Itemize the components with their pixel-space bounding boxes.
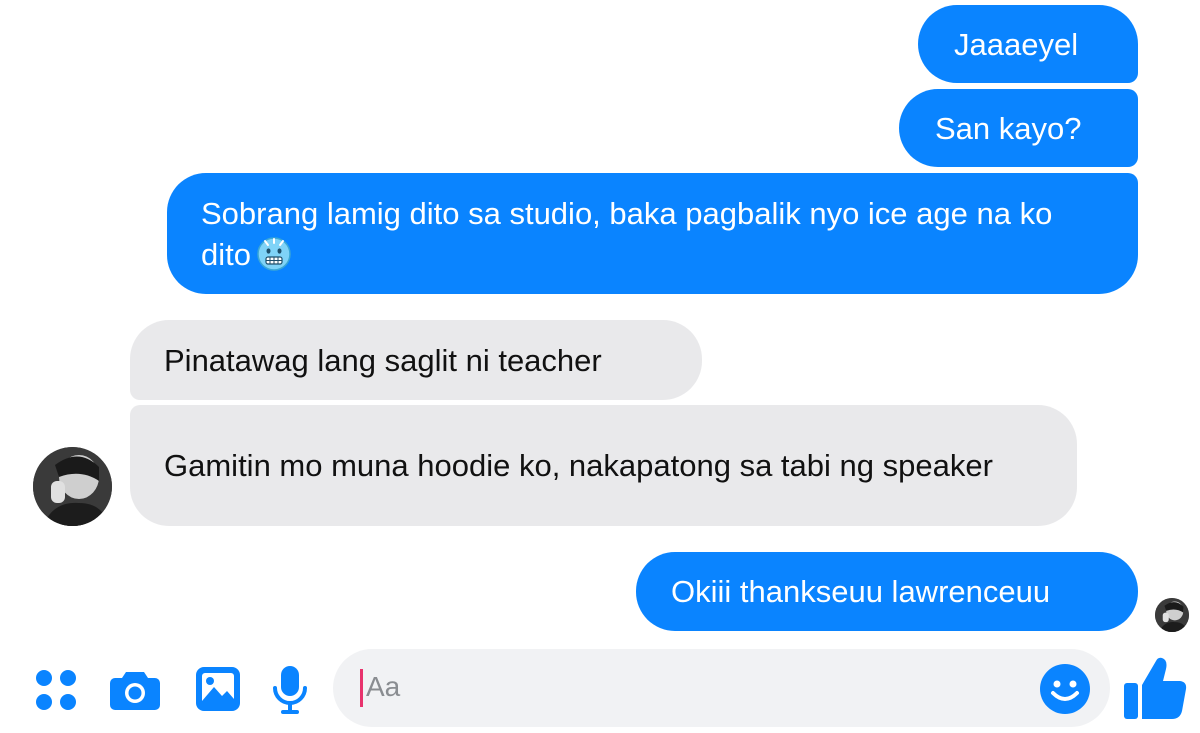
message-text: Okiii thankseuu lawrenceuu — [671, 574, 1051, 609]
thumbs-up-icon[interactable] — [1122, 655, 1188, 721]
outgoing-message[interactable]: Jaaaeyel — [918, 5, 1138, 83]
outgoing-message[interactable]: Okiii thankseuu lawrenceuu — [636, 552, 1138, 631]
apps-icon[interactable] — [34, 668, 78, 712]
emoji-icon[interactable] — [1039, 663, 1091, 715]
incoming-message[interactable]: Gamitin mo muna hoodie ko, nakapatong sa… — [130, 405, 1077, 526]
cold-face-emoji-icon — [257, 236, 291, 271]
message-input-placeholder: Aa — [366, 671, 401, 702]
outgoing-message[interactable]: Sobrang lamig dito sa studio, baka pagba… — [167, 173, 1138, 294]
message-text: Gamitin mo muna hoodie ko, nakapatong sa… — [164, 448, 993, 483]
message-input[interactable]: Aa — [333, 649, 1110, 727]
contact-avatar[interactable] — [33, 447, 112, 526]
image-icon[interactable] — [194, 665, 242, 713]
seen-receipt-avatar — [1155, 598, 1189, 632]
avatar-photo-icon — [33, 447, 112, 526]
message-text-wrap: Sobrang lamig dito sa studio, baka pagba… — [201, 193, 1104, 275]
microphone-icon[interactable] — [272, 664, 308, 716]
message-text: Jaaaeyel — [954, 26, 1079, 62]
avatar-photo-icon — [1155, 598, 1189, 632]
text-caret — [360, 669, 363, 707]
camera-icon[interactable] — [110, 668, 160, 712]
chat-screen: Jaaaeyel San kayo? Sobrang lamig dito sa… — [0, 0, 1200, 733]
outgoing-message[interactable]: San kayo? — [899, 89, 1138, 167]
message-text: Pinatawag lang saglit ni teacher — [164, 342, 602, 378]
incoming-message[interactable]: Pinatawag lang saglit ni teacher — [130, 320, 702, 400]
message-text: Sobrang lamig dito sa studio, baka pagba… — [201, 195, 1061, 272]
message-text: San kayo? — [935, 110, 1082, 146]
